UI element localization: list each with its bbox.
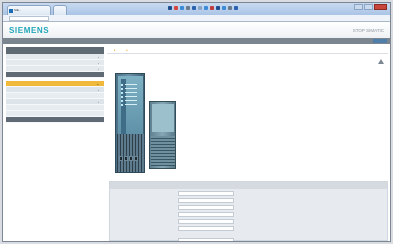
cpu-led-label: [125, 84, 137, 86]
settings-panel: [109, 181, 388, 241]
cpu-led-icon: [121, 100, 123, 102]
breadcrumb-separator-icon: ▸: [126, 48, 128, 52]
form-row: [110, 191, 387, 196]
form-row: [110, 226, 387, 231]
minimize-icon[interactable]: [354, 4, 363, 10]
browser-new-tab[interactable]: [53, 5, 67, 15]
form-row: [110, 238, 387, 241]
text-field[interactable]: [178, 212, 234, 217]
cpu-led-icon: [121, 88, 123, 90]
browser-toolbar-icons: [168, 6, 238, 12]
port-icon: [124, 156, 128, 161]
cpu-module-image[interactable]: [115, 73, 145, 173]
io-module-front: [152, 104, 174, 132]
toolbar-icon[interactable]: [192, 6, 196, 10]
window-controls: [354, 4, 387, 10]
sidebar-section-item[interactable]: [6, 72, 104, 78]
settings-panel-title: [110, 182, 387, 189]
browser-tab-bar: SIE...: [3, 3, 390, 15]
toolbar-icon[interactable]: [222, 6, 226, 10]
maximize-icon[interactable]: [364, 4, 373, 10]
status-bar: [3, 38, 390, 44]
siemens-logo: SIEMENS: [9, 26, 50, 35]
port-icon: [119, 156, 123, 161]
toolbar-icon[interactable]: [216, 6, 220, 10]
cpu-led-label: [125, 96, 137, 98]
text-field[interactable]: [178, 198, 234, 203]
cpu-led-icon: [121, 92, 123, 94]
form-row: [110, 205, 387, 210]
browser-address-bar: [3, 15, 390, 22]
url-input[interactable]: [9, 16, 49, 21]
app-title: STOP SIMATIC: [352, 28, 384, 33]
form-row: [110, 212, 387, 217]
form-row: [110, 232, 387, 237]
login-button[interactable]: [373, 39, 387, 43]
sidebar-section-item[interactable]: [6, 117, 104, 123]
browser-tab-label: SIE...: [14, 8, 22, 12]
main-content: ▸ ▸: [107, 47, 388, 241]
port-icon: [134, 156, 138, 161]
breadcrumb-separator-icon: ▸: [114, 48, 116, 52]
sidebar: › › › ⌄ › ›: [6, 47, 104, 129]
form-row: [110, 219, 387, 224]
io-vent-grill: [151, 136, 175, 166]
toolbar-icon[interactable]: [198, 6, 202, 10]
toolbar-icon[interactable]: [234, 6, 238, 10]
cpu-ports: [119, 156, 142, 170]
text-field[interactable]: [178, 238, 234, 241]
text-field[interactable]: [178, 205, 234, 210]
siemens-favicon-icon: [9, 9, 13, 13]
browser-tab-active[interactable]: SIE...: [7, 5, 51, 15]
cpu-front-panel: [118, 76, 143, 134]
toolbar-icon[interactable]: [204, 6, 208, 10]
warning-icon[interactable]: [378, 59, 384, 64]
toolbar-icon[interactable]: [180, 6, 184, 10]
cpu-led-label: [125, 100, 137, 102]
io-module-image[interactable]: [149, 101, 176, 169]
sidebar-panel-header: [6, 47, 104, 54]
form-row: [110, 198, 387, 203]
cpu-led-icon: [121, 96, 123, 98]
toolbar-icon[interactable]: [186, 6, 190, 10]
toolbar-icon[interactable]: [168, 6, 172, 10]
close-icon[interactable]: [374, 4, 387, 10]
app-header: SIEMENS STOP SIMATIC: [3, 22, 390, 38]
cpu-led-icon: [121, 84, 123, 86]
breadcrumb: ▸ ▸: [107, 47, 388, 54]
toolbar-icon[interactable]: [174, 6, 178, 10]
text-field[interactable]: [178, 191, 234, 196]
cpu-led-icon: [121, 104, 123, 106]
cpu-led-label: [125, 92, 137, 94]
text-field[interactable]: [178, 219, 234, 224]
browser-window: SIE... SIEMENS STOP SIMATIC › › › ⌄ › › …: [2, 2, 391, 242]
text-field[interactable]: [178, 226, 234, 231]
port-icon: [129, 156, 133, 161]
cpu-led-label: [125, 88, 137, 90]
toolbar-icon[interactable]: [210, 6, 214, 10]
toolbar-icon[interactable]: [228, 6, 232, 10]
cpu-led-label: [125, 104, 137, 106]
